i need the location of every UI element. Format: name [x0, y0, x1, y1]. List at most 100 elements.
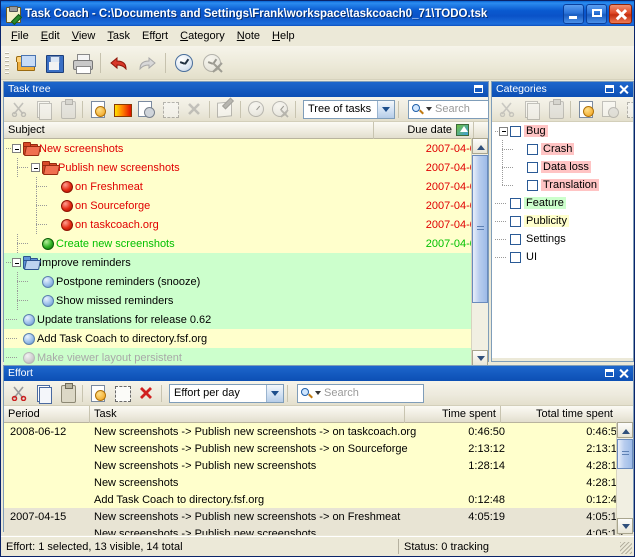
- toolbar-separator: [287, 385, 288, 402]
- list-item[interactable]: Translation: [492, 176, 633, 194]
- list-item[interactable]: Crash: [492, 140, 633, 158]
- list-item[interactable]: Feature: [492, 194, 633, 212]
- chevron-down-icon[interactable]: [266, 385, 283, 402]
- column-time-spent[interactable]: Time spent: [405, 406, 501, 423]
- table-row[interactable]: Add Task Coach to directory.fsf.org0:12:…: [4, 491, 633, 508]
- menu-item-help[interactable]: Help: [266, 28, 301, 44]
- expander-collapse-icon[interactable]: [31, 163, 40, 172]
- effort-close-icon[interactable]: [618, 368, 630, 379]
- scroll-thumb[interactable]: [472, 155, 488, 303]
- scroll-up-button[interactable]: [472, 138, 488, 154]
- table-row[interactable]: Publish new screenshots2007-04-01: [4, 158, 488, 177]
- new-effort-icon[interactable]: [87, 382, 109, 404]
- scroll-up-button[interactable]: [617, 422, 633, 438]
- task-search-box[interactable]: Search: [408, 100, 488, 119]
- effort-search-box[interactable]: Search: [297, 384, 424, 403]
- column-total-time-spent[interactable]: Total time spent: [501, 406, 617, 423]
- menu-item-note[interactable]: Note: [231, 28, 266, 44]
- scroll-down-button[interactable]: [472, 350, 488, 366]
- effort-column-header: Period Task Time spent Total time spent: [4, 406, 633, 423]
- paste-icon[interactable]: [56, 382, 78, 404]
- table-row[interactable]: 2007-04-15New screenshots -> Publish new…: [4, 508, 633, 525]
- column-subject[interactable]: Subject: [4, 122, 374, 139]
- start-tracking-clock-icon[interactable]: [171, 50, 197, 76]
- category-checkbox[interactable]: [510, 126, 521, 137]
- select-icon[interactable]: [111, 382, 133, 404]
- effort-scrollbar[interactable]: [616, 422, 633, 534]
- open-icon[interactable]: [13, 50, 39, 76]
- table-row[interactable]: on taskcoach.org2007-04-01: [4, 215, 488, 234]
- undo-icon[interactable]: [106, 50, 132, 76]
- table-row[interactable]: New screenshots4:28:16: [4, 474, 633, 491]
- category-checkbox[interactable]: [510, 198, 521, 209]
- tree-indent: [6, 215, 50, 234]
- table-row[interactable]: on Freshmeat2007-04-01: [4, 177, 488, 196]
- list-item[interactable]: Publicity: [492, 212, 633, 230]
- new-subtask-icon[interactable]: [135, 98, 157, 120]
- category-checkbox[interactable]: [510, 252, 521, 263]
- table-row[interactable]: Update translations for release 0.62: [4, 310, 488, 329]
- task-viewer-select[interactable]: Tree of tasks: [303, 100, 395, 119]
- search-options-chevron-icon[interactable]: [315, 391, 321, 395]
- category-label: Publicity: [524, 215, 569, 227]
- column-period[interactable]: Period: [4, 406, 90, 423]
- task-color-icon[interactable]: [111, 98, 133, 120]
- resize-grip[interactable]: [620, 542, 632, 554]
- menu-item-category[interactable]: Category: [174, 28, 231, 44]
- scroll-thumb[interactable]: [617, 439, 633, 469]
- print-icon[interactable]: [69, 50, 95, 76]
- expander-collapse-icon[interactable]: [12, 144, 21, 153]
- category-checkbox[interactable]: [527, 144, 538, 155]
- column-due-date[interactable]: Due date: [374, 122, 474, 139]
- table-row[interactable]: Create new screenshots2007-04-01: [4, 234, 488, 253]
- close-button[interactable]: [609, 4, 632, 24]
- category-checkbox[interactable]: [510, 234, 521, 245]
- delete-icon[interactable]: [135, 382, 157, 404]
- search-options-chevron-icon[interactable]: [426, 107, 432, 111]
- table-row[interactable]: New screenshots -> Publish new screensho…: [4, 457, 633, 474]
- list-item[interactable]: Settings: [492, 230, 633, 248]
- list-item[interactable]: Data loss: [492, 158, 633, 176]
- table-row[interactable]: on Sourceforge2007-04-01: [4, 196, 488, 215]
- table-row[interactable]: Postpone reminders (snooze): [4, 272, 488, 291]
- table-row[interactable]: Improve reminders: [4, 253, 488, 272]
- categories-close-icon[interactable]: [618, 84, 630, 95]
- menu-item-view[interactable]: View: [66, 28, 102, 44]
- menu-item-edit[interactable]: Edit: [35, 28, 66, 44]
- menu-item-effort[interactable]: Effort: [136, 28, 174, 44]
- category-checkbox[interactable]: [510, 216, 521, 227]
- minimize-button[interactable]: [563, 4, 584, 24]
- menu-item-file[interactable]: File: [5, 28, 35, 44]
- categories-restore-icon[interactable]: [604, 84, 616, 95]
- table-row[interactable]: New screenshots -> Publish new screensho…: [4, 440, 633, 457]
- effort-viewer-select[interactable]: Effort per day: [169, 384, 284, 403]
- chevron-down-icon[interactable]: [377, 101, 394, 118]
- effort-restore-icon[interactable]: [604, 368, 616, 379]
- list-item[interactable]: Bug: [492, 122, 633, 140]
- expander-collapse-icon[interactable]: [12, 258, 21, 267]
- column-task[interactable]: Task: [90, 406, 405, 423]
- new-category-icon[interactable]: [575, 98, 597, 120]
- task-tree-restore-icon[interactable]: [473, 84, 485, 95]
- copy-icon[interactable]: [32, 382, 54, 404]
- menu-item-task[interactable]: Task: [101, 28, 136, 44]
- table-row[interactable]: Add Task Coach to directory.fsf.org: [4, 329, 488, 348]
- expander-collapse-icon[interactable]: [499, 127, 508, 136]
- toolbar-grip[interactable]: [5, 52, 9, 74]
- new-subcategory-icon: [599, 98, 621, 120]
- table-row[interactable]: New screenshots2007-04-01: [4, 139, 488, 158]
- list-item[interactable]: UI: [492, 248, 633, 266]
- task-tree-scrollbar[interactable]: [471, 138, 488, 366]
- category-checkbox[interactable]: [527, 180, 538, 191]
- table-row[interactable]: Show missed reminders: [4, 291, 488, 310]
- scroll-down-button[interactable]: [617, 518, 633, 534]
- effort-period-cell: 2008-06-12: [4, 426, 90, 438]
- maximize-button[interactable]: [586, 4, 607, 24]
- new-task-icon[interactable]: [87, 98, 109, 120]
- save-icon[interactable]: [41, 50, 67, 76]
- effort-time-spent-cell: 4:05:19: [417, 511, 513, 523]
- cut-icon[interactable]: [8, 382, 30, 404]
- table-row[interactable]: New screenshots -> Publish new screensho…: [4, 525, 633, 535]
- table-row[interactable]: 2008-06-12New screenshots -> Publish new…: [4, 423, 633, 440]
- category-checkbox[interactable]: [527, 162, 538, 173]
